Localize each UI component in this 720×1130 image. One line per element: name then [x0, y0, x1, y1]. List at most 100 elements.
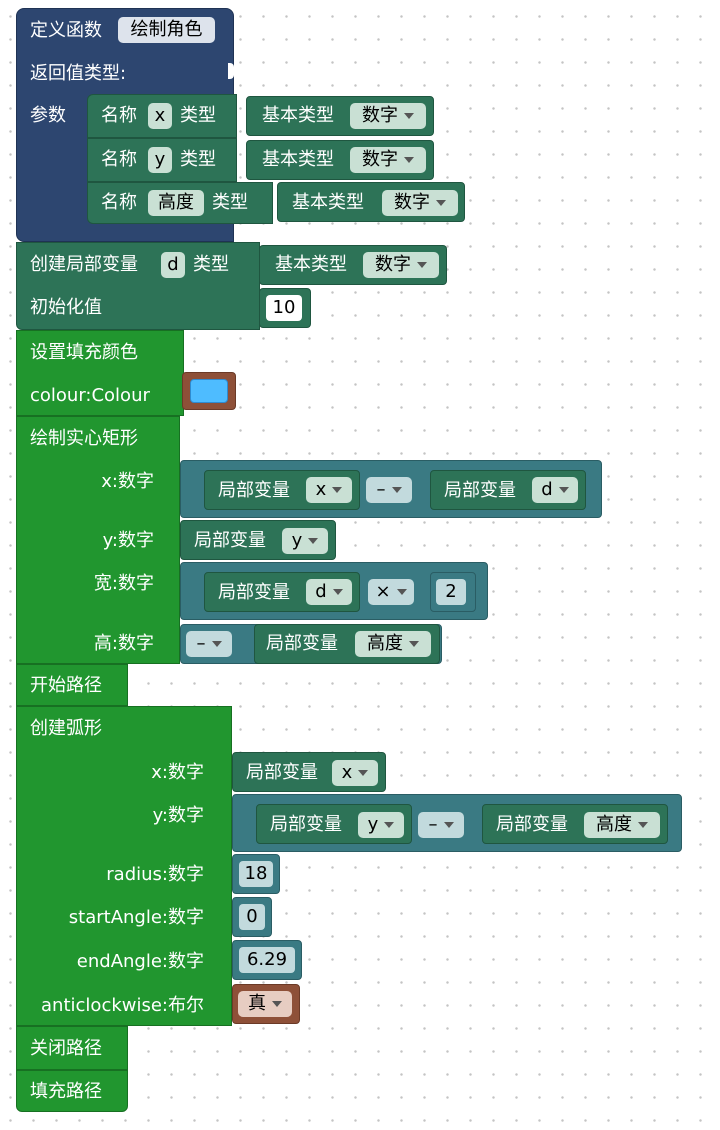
basic-type-label: 基本类型: [292, 192, 364, 213]
type-dropdown[interactable]: 数字: [382, 190, 458, 216]
number-field[interactable]: 10: [266, 295, 302, 321]
boolean-dropdown[interactable]: 真: [238, 991, 292, 1017]
chevron-down-icon: [638, 822, 648, 828]
return-type-socket[interactable]: [228, 63, 234, 79]
radius-param-label: radius:数字: [106, 864, 204, 885]
function-name-field[interactable]: 绘制角色: [118, 17, 215, 43]
colour-swatch[interactable]: [190, 379, 228, 403]
local-var-ref-label: 局部变量: [218, 582, 290, 603]
param-name-label: 名称: [101, 105, 137, 126]
param-name-field[interactable]: 高度: [148, 190, 204, 216]
chevron-down-icon: [443, 822, 454, 828]
basic-type-label: 基本类型: [275, 254, 347, 275]
local-var-ref-label: 局部变量: [270, 814, 342, 835]
param-type-label: 类型: [212, 192, 248, 213]
operator-value: –: [376, 479, 386, 500]
chevron-down-icon: [332, 487, 343, 493]
var-dropdown[interactable]: d: [306, 579, 352, 605]
chevron-down-icon: [396, 589, 407, 595]
param-type-label: 类型: [180, 149, 216, 170]
operator-dropdown[interactable]: –: [186, 631, 232, 657]
x-param-label: x:数字: [151, 762, 204, 783]
var-dropdown[interactable]: y: [282, 528, 328, 554]
local-var-ref-label: 局部变量: [496, 814, 568, 835]
var-dropdown[interactable]: x: [332, 760, 378, 786]
operator-value: ×: [375, 581, 391, 602]
width-param-label: 宽:数字: [93, 573, 154, 594]
type-dropdown-value: 数字: [375, 254, 411, 275]
chevron-down-icon: [384, 822, 395, 828]
number-field[interactable]: 6.29: [239, 947, 295, 973]
y-param-label: y:数字: [102, 530, 154, 551]
var-dropdown-value: y: [291, 530, 303, 551]
var-dropdown-value: x: [341, 762, 353, 783]
var-dropdown-value: y: [367, 814, 379, 835]
y-param-label: y:数字: [152, 805, 204, 826]
chevron-down-icon: [358, 770, 369, 776]
var-dropdown-value: 高度: [596, 814, 632, 835]
operator-value: –: [196, 633, 206, 654]
local-var-ref-label: 局部变量: [266, 633, 338, 654]
chevron-down-icon: [332, 589, 343, 595]
var-dropdown[interactable]: 高度: [584, 812, 660, 838]
return-type-label: 返回值类型:: [30, 63, 127, 84]
local-var-ref-label: 局部变量: [246, 762, 318, 783]
number-field[interactable]: 0: [239, 904, 265, 930]
operator-value: –: [428, 814, 438, 835]
start-angle-param-label: startAngle:数字: [68, 907, 204, 928]
chevron-down-icon: [417, 262, 427, 268]
var-dropdown-value: d: [315, 581, 327, 602]
basic-type-label: 基本类型: [262, 149, 334, 170]
param-name-field[interactable]: x: [148, 103, 172, 129]
param-name-field[interactable]: y: [148, 147, 172, 173]
begin-path-label: 开始路径: [30, 675, 102, 696]
x-param-label: x:数字: [101, 471, 154, 492]
type-dropdown[interactable]: 数字: [350, 103, 426, 129]
param-name-label: 名称: [101, 192, 137, 213]
param-type-label: 类型: [180, 105, 216, 126]
param-name-label: 名称: [101, 149, 137, 170]
operator-dropdown[interactable]: –: [366, 477, 412, 503]
var-dropdown-value: 高度: [367, 633, 403, 654]
type-dropdown[interactable]: 数字: [363, 252, 439, 278]
var-dropdown[interactable]: 高度: [355, 631, 431, 657]
chevron-down-icon: [404, 113, 414, 119]
operator-dropdown[interactable]: ×: [368, 579, 414, 605]
define-function-label: 定义函数: [30, 20, 102, 41]
chevron-down-icon: [391, 487, 402, 493]
number-field[interactable]: 18: [239, 861, 273, 887]
colour-param-label: colour:Colour: [30, 385, 150, 406]
type-dropdown-value: 数字: [394, 192, 430, 213]
chevron-down-icon: [436, 200, 446, 206]
type-dropdown[interactable]: 数字: [350, 147, 426, 173]
anticlockwise-param-label: anticlockwise:布尔: [41, 995, 204, 1016]
basic-type-label: 基本类型: [262, 105, 334, 126]
type-dropdown-value: 数字: [362, 105, 398, 126]
end-angle-param-label: endAngle:数字: [76, 951, 204, 972]
local-var-ref-label: 局部变量: [194, 530, 266, 551]
var-dropdown[interactable]: x: [306, 477, 352, 503]
type-dropdown-value: 数字: [362, 149, 398, 170]
close-path-label: 关闭路径: [30, 1038, 102, 1059]
init-value-label: 初始化值: [30, 297, 102, 318]
boolean-value: 真: [248, 993, 266, 1014]
number-field[interactable]: 2: [436, 579, 466, 605]
var-dropdown-value: d: [541, 479, 553, 500]
var-dropdown-value: x: [315, 479, 327, 500]
set-fill-color-label: 设置填充颜色: [30, 342, 138, 363]
chevron-down-icon: [404, 157, 414, 163]
create-arc-label: 创建弧形: [30, 718, 102, 739]
chevron-down-icon: [409, 641, 419, 647]
height-param-label: 高:数字: [93, 633, 154, 654]
var-dropdown[interactable]: d: [532, 477, 578, 503]
local-variable-type-label: 类型: [193, 254, 229, 275]
local-variable-label: 创建局部变量: [30, 254, 138, 275]
chevron-down-icon: [211, 641, 222, 647]
local-var-ref-label: 局部变量: [218, 480, 290, 501]
fill-path-label: 填充路径: [30, 1081, 102, 1102]
operator-dropdown[interactable]: –: [418, 812, 464, 838]
params-label: 参数: [30, 105, 66, 126]
var-dropdown[interactable]: y: [358, 812, 404, 838]
local-variable-name-field[interactable]: d: [161, 252, 185, 278]
chevron-down-icon: [558, 487, 569, 493]
